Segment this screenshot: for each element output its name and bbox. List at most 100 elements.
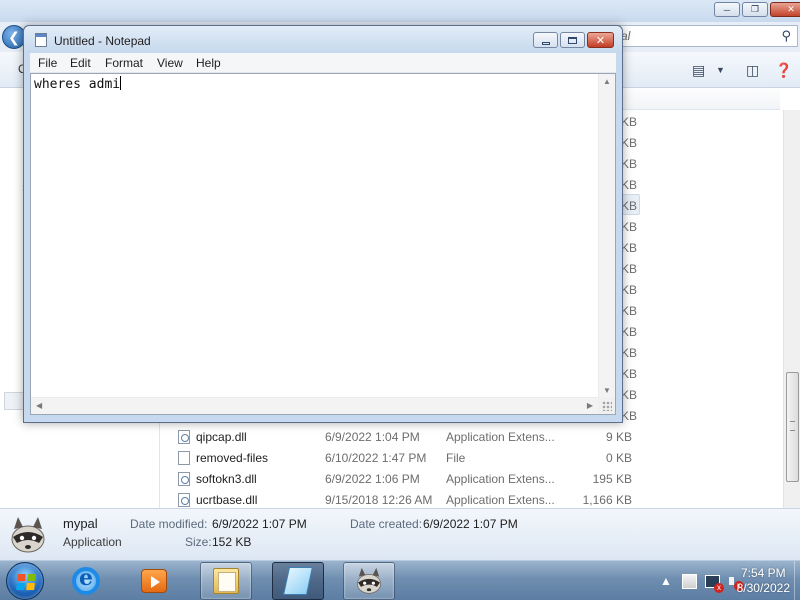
internet-explorer-icon	[72, 565, 100, 595]
date-modified-value: 6/9/2022 1:07 PM	[212, 517, 307, 531]
close-icon: ✕	[595, 34, 606, 47]
file-type: File	[446, 451, 466, 465]
clock[interactable]: 7:54 PM 8/30/2022	[737, 566, 790, 596]
partial-size-text: KB	[621, 241, 638, 255]
explorer-minimize-button[interactable]: ─	[714, 2, 740, 17]
partial-size-text: KB	[621, 178, 638, 192]
partial-size-text: KB	[621, 346, 638, 360]
date-modified-label: Date modified:	[130, 517, 208, 531]
partial-size-text: KB	[621, 157, 638, 171]
partial-size-text: KB	[621, 367, 638, 381]
system-tray: ▲	[658, 573, 744, 593]
file-date-modified: 6/9/2022 1:04 PM	[325, 430, 420, 444]
file-row[interactable]: softokn3.dll 6/9/2022 1:06 PM Application …	[160, 468, 780, 489]
menu-format[interactable]: Format	[105, 56, 143, 70]
file-row[interactable]: ucrtbase.dll 9/15/2018 12:26 AM Applicatio…	[160, 489, 780, 510]
notepad-title-bar[interactable]: Untitled - Notepad ✕	[24, 26, 622, 53]
size-label: Size:	[185, 535, 212, 549]
notepad-horizontal-scrollbar[interactable]: ◀ ▶	[31, 397, 598, 414]
search-icon[interactable]: ⚲	[781, 28, 791, 44]
scroll-down-arrow-icon[interactable]: ▼	[603, 386, 611, 395]
notepad-icon	[283, 567, 313, 595]
file-icon	[178, 451, 190, 465]
show-desktop-button[interactable]	[794, 561, 800, 601]
maximize-icon	[568, 36, 577, 44]
file-size: 0 KB	[605, 451, 632, 465]
chevron-down-icon[interactable]: ▼	[716, 65, 725, 75]
notepad-app-icon[interactable]	[35, 33, 47, 47]
explorer-title-bar[interactable]: ─ ❐ ✕	[0, 0, 800, 22]
windows-logo-icon	[16, 574, 36, 590]
file-name: ucrtbase.dll	[196, 493, 258, 507]
file-date-modified: 6/9/2022 1:06 PM	[325, 472, 420, 486]
clock-date: 8/30/2022	[736, 581, 790, 595]
partial-size-text: KB	[621, 283, 638, 297]
file-size: 195 KB	[592, 472, 632, 486]
resize-grip-icon	[602, 401, 612, 411]
taskbar-notepad[interactable]	[272, 562, 324, 600]
menu-view[interactable]: View	[157, 56, 183, 70]
notepad-content: wheres admi	[34, 77, 121, 92]
show-hidden-icons-arrow-icon[interactable]: ▲	[658, 573, 674, 589]
partial-size-text: KB	[621, 325, 638, 339]
view-options-icon[interactable]: ▤	[692, 62, 705, 79]
notepad-close-button[interactable]: ✕	[587, 32, 614, 48]
file-size: 1,166 KB	[582, 493, 632, 507]
scroll-left-arrow-icon[interactable]: ◀	[36, 401, 42, 410]
file-explorer-icon	[213, 568, 239, 594]
taskbar: ▲ 7:54 PM 8/30/2022	[0, 560, 800, 601]
partial-size-text: KB	[621, 304, 638, 318]
mypal-raccoon-icon	[11, 517, 45, 553]
notepad-vertical-scrollbar[interactable]: ▲ ▼	[598, 74, 615, 398]
date-created-value: 6/9/2022 1:07 PM	[423, 517, 518, 531]
file-list: qipcap.dll 6/9/2022 1:04 PM Application Ex…	[160, 426, 780, 510]
preview-pane-icon[interactable]: ◫	[746, 62, 759, 79]
file-row[interactable]: removed-files 6/10/2022 1:47 PM File 0 KB	[160, 447, 780, 468]
taskbar-mypal[interactable]	[343, 562, 395, 600]
scroll-thumb-grip	[790, 421, 795, 431]
file-name: removed-files	[196, 451, 269, 465]
notepad-maximize-button[interactable]	[560, 32, 585, 48]
network-disconnected-icon[interactable]	[705, 574, 724, 593]
scroll-right-arrow-icon[interactable]: ▶	[587, 401, 593, 410]
notepad-title: Untitled - Notepad	[54, 34, 151, 48]
partial-size-text: KB	[621, 136, 638, 150]
help-icon[interactable]: ❓	[775, 62, 792, 79]
explorer-restore-button[interactable]: ❐	[742, 2, 768, 17]
dll-icon	[178, 430, 190, 444]
text-caret	[120, 76, 122, 90]
taskbar-file-explorer[interactable]	[200, 562, 252, 600]
details-file-type: Application	[63, 535, 122, 549]
start-button[interactable]	[6, 562, 44, 600]
partial-size-text: KB	[621, 115, 638, 129]
dll-icon	[178, 493, 190, 507]
minimize-icon	[541, 41, 550, 45]
menu-help[interactable]: Help	[196, 56, 221, 70]
explorer-vertical-scrollbar[interactable]	[783, 110, 800, 508]
details-pane: mypal Application Date modified: 6/9/202…	[0, 508, 800, 560]
details-file-name: mypal	[63, 516, 98, 531]
explorer-scroll-thumb[interactable]	[786, 372, 799, 482]
search-input[interactable]: al ⚲	[612, 25, 798, 47]
resize-grip[interactable]	[598, 397, 615, 414]
menu-edit[interactable]: Edit	[70, 56, 91, 70]
dll-icon	[178, 472, 190, 486]
taskbar-internet-explorer[interactable]	[60, 562, 112, 600]
file-row[interactable]: qipcap.dll 6/9/2022 1:04 PM Application Ex…	[160, 426, 780, 447]
partial-size-text: KB	[621, 262, 638, 276]
menu-file[interactable]: File	[38, 56, 57, 70]
taskbar-media-player[interactable]	[128, 562, 180, 600]
notepad-text-area[interactable]: wheres admi ▲ ▼ ◀ ▶	[30, 73, 616, 415]
file-date-modified: 9/15/2018 12:26 AM	[325, 493, 433, 507]
file-name: softokn3.dll	[196, 472, 257, 486]
size-value: 152 KB	[212, 535, 252, 549]
clock-time: 7:54 PM	[740, 566, 786, 580]
explorer-close-button[interactable]: ✕	[770, 2, 800, 17]
notepad-menu-bar: File Edit Format View Help	[30, 53, 616, 73]
mypal-raccoon-icon	[357, 567, 381, 594]
partial-size-text: KB	[621, 388, 638, 402]
partial-size-text: KB	[621, 199, 638, 213]
notepad-minimize-button[interactable]	[533, 32, 558, 48]
scroll-up-arrow-icon[interactable]: ▲	[603, 77, 611, 86]
action-center-flag-icon[interactable]	[682, 573, 697, 589]
